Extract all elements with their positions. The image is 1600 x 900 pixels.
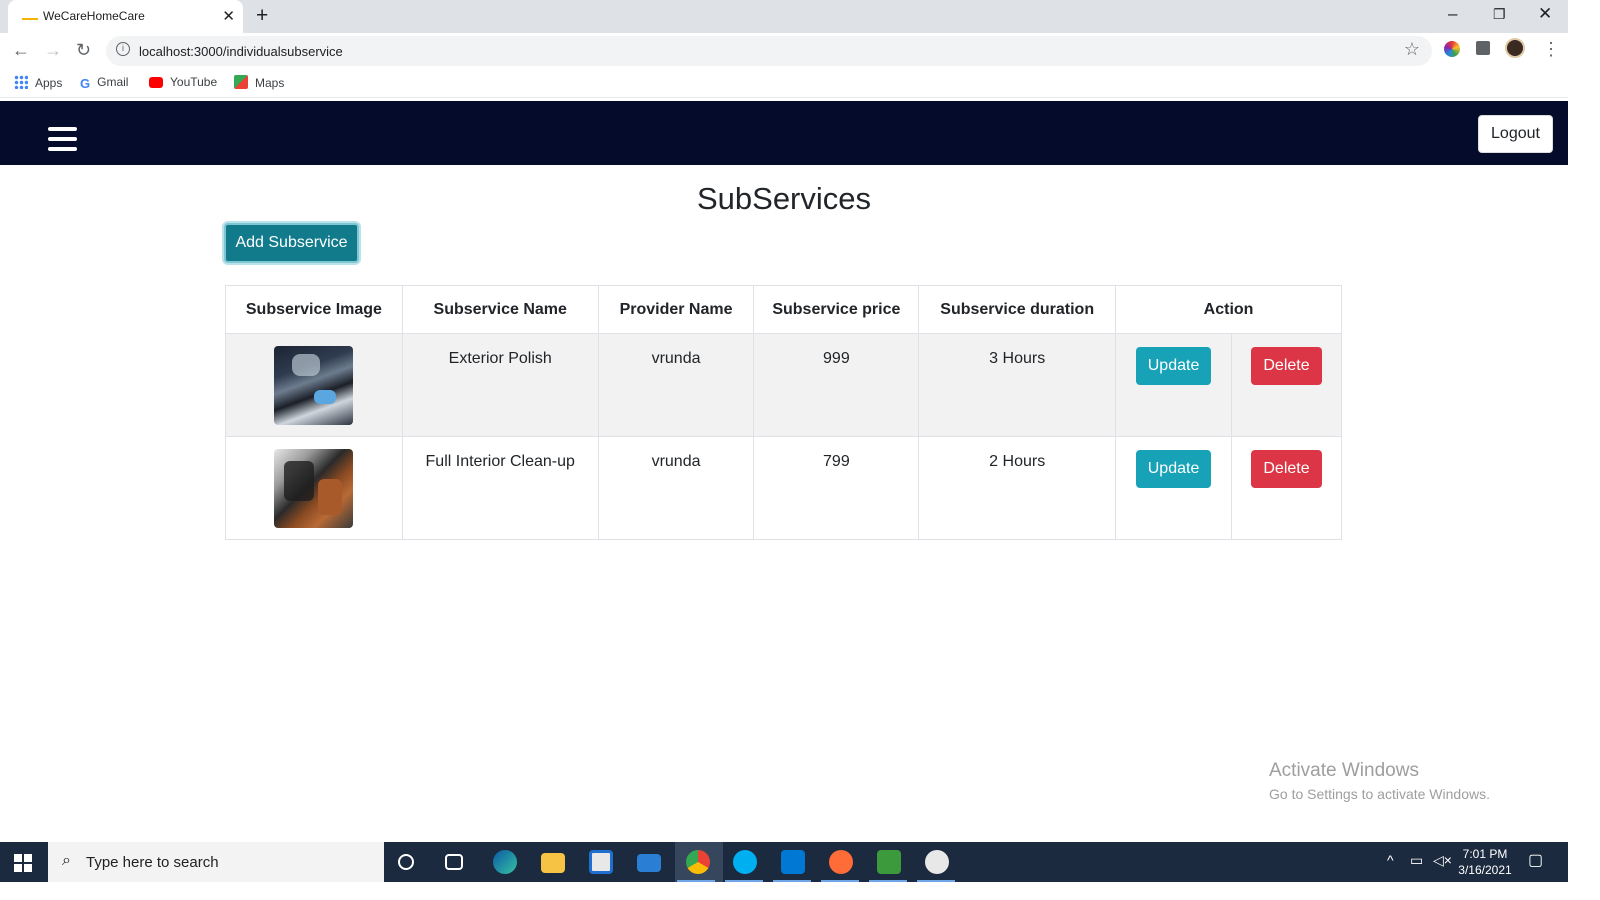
browser-tab-strip: WeCareHomeCare ✕ + – ❐ ✕ [0, 0, 1568, 33]
browser-menu-icon[interactable]: ⋮ [1542, 39, 1560, 60]
header-provider: Provider Name [597, 285, 755, 334]
postman-running-indicator [821, 880, 859, 882]
subservice-price: 799 [753, 436, 920, 540]
site-favicon-icon [22, 12, 38, 20]
postman-icon[interactable] [829, 850, 853, 874]
store-icon[interactable] [589, 850, 613, 874]
chart-running-indicator [869, 880, 907, 882]
window-close-icon[interactable]: ✕ [1538, 4, 1552, 24]
header-action: Action [1115, 285, 1342, 334]
delete-button[interactable]: Delete [1251, 347, 1322, 385]
clock-date: 3/16/2021 [1458, 863, 1512, 877]
subservice-thumbnail [274, 346, 354, 425]
update-button[interactable]: Update [1135, 347, 1212, 385]
network-icon[interactable]: ▭ [1410, 852, 1423, 869]
youtube-icon [149, 77, 163, 88]
new-tab-icon[interactable]: + [256, 4, 268, 28]
site-info-icon[interactable]: i [116, 42, 130, 56]
chrome-icon[interactable] [686, 850, 710, 874]
vscode-icon[interactable] [781, 850, 805, 874]
delete-cell: Delete [1231, 333, 1342, 437]
skype-icon[interactable] [733, 850, 757, 874]
browser-toolbar: ← → ↻ i localhost:3000/individualsubserv… [0, 33, 1568, 69]
table-row: Full Interior Clean-up vrunda 799 2 Hour… [225, 436, 1342, 540]
update-cell: Update [1115, 333, 1233, 437]
windows-start-icon[interactable] [14, 854, 32, 872]
header-duration: Subservice duration [918, 285, 1117, 334]
header-image: Subservice Image [225, 285, 403, 334]
subservice-duration: 3 Hours [918, 333, 1117, 437]
bookmark-gmail[interactable]: G Gmail [80, 75, 128, 91]
provider-name: vrunda [597, 333, 755, 437]
subservice-duration: 2 Hours [918, 436, 1117, 540]
minimize-icon[interactable]: – [1448, 4, 1457, 24]
bookmark-maps[interactable]: Maps [234, 75, 284, 90]
address-bar[interactable]: i localhost:3000/individualsubservice ☆ [106, 36, 1432, 66]
watermark-title: Activate Windows [1269, 760, 1419, 781]
delete-cell: Delete [1231, 436, 1342, 540]
volume-muted-icon[interactable]: ◁× [1433, 852, 1452, 869]
apps-grid-icon [14, 75, 28, 89]
reload-icon[interactable]: ↻ [76, 40, 91, 61]
subservice-thumbnail [274, 449, 354, 528]
extensions-puzzle-icon[interactable] [1476, 41, 1490, 55]
subservices-table: Subservice Image Subservice Name Provide… [225, 285, 1342, 540]
profile-avatar-icon[interactable] [1505, 38, 1525, 58]
tab-title: WeCareHomeCare [43, 9, 145, 23]
image-cell [225, 436, 403, 540]
hamburger-menu-icon[interactable] [48, 127, 77, 151]
tray-chevron-icon[interactable]: ^ [1387, 852, 1394, 868]
clock-time: 7:01 PM [1462, 847, 1508, 861]
header-name: Subservice Name [401, 285, 599, 334]
system-clock[interactable]: 7:01 PM 3/16/2021 [1455, 846, 1515, 878]
bookmarks-bar: Apps G Gmail YouTube Maps [0, 69, 1568, 98]
subservice-price: 999 [753, 333, 920, 437]
update-button[interactable]: Update [1135, 450, 1212, 488]
maps-icon [234, 75, 248, 89]
activate-windows-watermark: Activate Windows Go to Settings to activ… [1269, 760, 1490, 802]
edge-icon[interactable] [493, 850, 517, 874]
avatar-running-indicator [917, 880, 955, 882]
notifications-icon[interactable]: ▢ [1528, 850, 1543, 870]
image-cell [225, 333, 403, 437]
header-price: Subservice price [753, 285, 920, 334]
subservice-name: Full Interior Clean-up [401, 436, 599, 540]
table-row: Exterior Polish vrunda 999 3 Hours Updat… [225, 333, 1342, 437]
close-tab-icon[interactable]: ✕ [222, 7, 235, 25]
url-text: localhost:3000/individualsubservice [139, 44, 343, 59]
cortana-icon[interactable] [398, 854, 414, 870]
app-navbar [0, 101, 1568, 165]
windows-taskbar: ⌕ Type here to search ^ ▭ ◁× 7:01 PM 3/1… [0, 842, 1568, 882]
restore-icon[interactable]: ❐ [1493, 6, 1506, 23]
back-icon[interactable]: ← [12, 40, 30, 61]
mail-icon[interactable] [637, 854, 661, 872]
app-avatar-icon[interactable] [925, 850, 949, 874]
bookmark-youtube[interactable]: YouTube [149, 75, 217, 89]
forward-icon[interactable]: → [44, 40, 62, 61]
subservice-name: Exterior Polish [401, 333, 599, 437]
file-explorer-icon[interactable] [541, 853, 565, 873]
watermark-subtitle: Go to Settings to activate Windows. [1269, 786, 1490, 802]
table-header-row: Subservice Image Subservice Name Provide… [225, 285, 1342, 334]
delete-button[interactable]: Delete [1251, 450, 1322, 488]
google-icon: G [80, 76, 91, 91]
chart-app-icon[interactable] [877, 850, 901, 874]
browser-tab[interactable]: WeCareHomeCare ✕ [8, 0, 243, 33]
bookmark-apps[interactable]: Apps [14, 75, 62, 90]
update-cell: Update [1115, 436, 1233, 540]
bookmark-star-icon[interactable]: ☆ [1404, 39, 1420, 60]
provider-name: vrunda [597, 436, 755, 540]
chrome-running-indicator [677, 880, 715, 882]
taskbar-search-placeholder: Type here to search [86, 854, 219, 871]
page-title: SubServices [696, 181, 872, 216]
logout-button[interactable]: Logout [1478, 115, 1553, 153]
color-extension-icon[interactable] [1444, 41, 1460, 57]
vscode-running-indicator [773, 880, 811, 882]
add-subservice-button[interactable]: Add Subservice [224, 223, 359, 263]
skype-running-indicator [725, 880, 763, 882]
taskbar-search-box[interactable]: ⌕ Type here to search [48, 842, 384, 882]
search-icon: ⌕ [62, 852, 71, 869]
task-view-icon[interactable] [445, 854, 463, 870]
